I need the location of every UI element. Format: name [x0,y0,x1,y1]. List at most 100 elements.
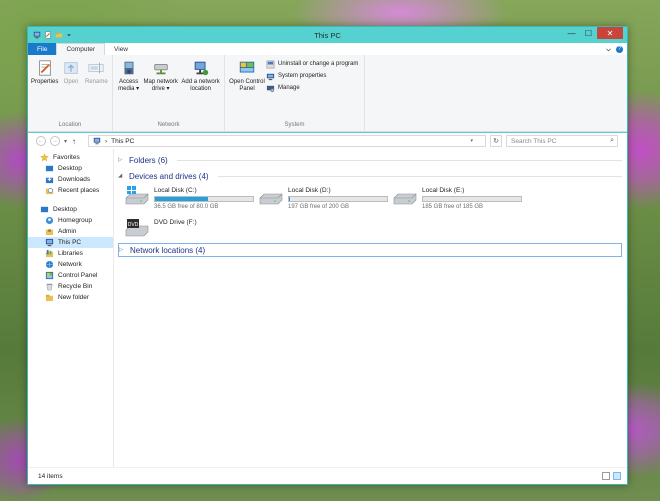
file-explorer-window: This PC — ☐ ✕ File Computer View ? Prope… [27,26,628,485]
open-icon [64,62,78,74]
drive-usage-fill [289,197,291,201]
drive-name: Local Disk (D:) [288,187,331,194]
svg-text:DVD: DVD [128,222,139,228]
refresh-button[interactable]: ↻ [490,135,502,147]
nav-item-new-folder[interactable]: New folder [28,292,113,303]
back-button[interactable]: ← [36,136,46,146]
nav-item-admin[interactable]: Admin [28,226,113,237]
user-folder-icon [45,229,54,236]
hard-drive-icon [259,193,283,205]
nav-label-desktop-fav: Desktop [58,165,82,172]
nav-item-favorites[interactable]: Favorites [28,152,113,163]
system-properties-label: System properties [278,73,327,79]
nav-label-libraries: Libraries [58,250,83,257]
nav-item-downloads[interactable]: Downloads [28,174,113,185]
nav-item-homegroup[interactable]: Homegroup [28,215,113,226]
section-devices-label: Devices and drives (4) [129,171,209,181]
drive-e[interactable]: Local Disk (E:) 185 GB free of 185 GB [392,185,522,210]
manage-button[interactable]: Manage [266,83,358,93]
collapse-arrow-icon[interactable]: ◢ [118,173,124,179]
tiles-view-icon[interactable] [613,472,621,480]
up-button[interactable]: ↑ [72,137,76,146]
tab-view[interactable]: View [105,43,137,55]
nav-label-new-folder: New folder [58,294,90,301]
nav-item-libraries[interactable]: Libraries [28,248,113,259]
address-path[interactable]: This PC [111,138,134,145]
nav-item-network[interactable]: Network [28,259,113,270]
nav-label-recycle-bin: Recycle Bin [58,283,93,290]
chevron-down-icon[interactable] [605,46,612,53]
control-panel-icon [45,271,54,280]
explorer-body: Favorites Desktop Downloads Recent place… [28,149,627,467]
ribbon-right-controls: ? [605,43,627,55]
map-network-drive-label-1: Map network [143,79,178,85]
navigation-bar: ← → ▾ ↑ › This PC ▾ ↻ Search This PC ⌕ [28,133,627,149]
expand-arrow-icon[interactable]: ▷ [118,157,124,163]
computer-icon [45,238,54,247]
nav-label-network: Network [58,261,82,268]
access-media-label-1: Access [118,79,139,85]
drive-name: Local Disk (E:) [422,187,465,194]
title-bar[interactable]: This PC — ☐ ✕ [28,27,627,43]
open-button[interactable]: Open [58,58,83,131]
open-control-panel-label-2: Panel [239,86,255,92]
nav-item-control-panel[interactable]: Control Panel [28,270,113,281]
content-pane[interactable]: ▷ Folders (6) ◢ Devices and drives (4) L… [114,149,627,467]
details-view-icon[interactable] [602,472,610,480]
section-devices-and-drives[interactable]: ◢ Devices and drives (4) [118,169,622,183]
drive-name: Local Disk (C:) [154,187,197,194]
search-icon[interactable]: ⌕ [610,137,614,145]
forward-button[interactable]: → [50,136,60,146]
expand-arrow-icon[interactable]: ▷ [119,247,125,253]
access-media-icon [124,61,134,75]
close-button[interactable]: ✕ [597,27,623,39]
recent-locations-button[interactable]: ▾ [64,138,67,145]
tab-file[interactable]: File [28,43,57,55]
downloads-icon [45,175,54,184]
access-media-label-2: media ▾ [118,86,140,92]
nav-item-desktop[interactable]: Desktop [28,204,113,215]
drive-f[interactable]: DVD DVD Drive (F:) [124,217,197,239]
rename-button[interactable]: Rename [84,58,109,131]
nav-item-recent-places[interactable]: Recent places [28,185,113,196]
section-network-locations[interactable]: ▷ Network locations (4) [118,243,622,257]
maximize-button[interactable]: ☐ [580,27,597,39]
group-label-location: Location [58,122,82,128]
tab-computer[interactable]: Computer [56,43,106,55]
nav-item-desktop-fav[interactable]: Desktop [28,163,113,174]
uninstall-program-button[interactable]: Uninstall or change a program [266,59,358,69]
section-folders[interactable]: ▷ Folders (6) [118,153,622,167]
uninstall-program-label: Uninstall or change a program [278,61,359,67]
properties-button[interactable]: Properties [31,58,58,131]
desktop-icon [40,206,49,213]
search-input[interactable]: Search This PC ⌕ [506,135,618,147]
open-control-panel-button[interactable]: Open Control Panel [228,58,266,131]
dvd-drive-icon: DVD [125,219,149,237]
properties-label: Properties [31,79,59,85]
add-network-location-button[interactable]: Add a network location [180,58,221,131]
navigation-pane[interactable]: Favorites Desktop Downloads Recent place… [28,149,114,467]
add-network-location-label-2: location [190,86,211,92]
open-control-panel-label-1: Open Control [229,79,265,85]
status-bar: 14 items [28,467,627,484]
drive-d[interactable]: Local Disk (D:) 197 GB free of 200 GB [258,185,388,210]
system-properties-icon [266,73,275,80]
add-network-location-icon [194,61,208,76]
search-placeholder: Search This PC [511,137,557,145]
minimize-button[interactable]: — [563,27,580,39]
address-separator[interactable]: › [105,138,107,145]
access-media-button[interactable]: Access media ▾ [116,58,141,131]
address-dropdown-button[interactable]: ▾ [470,138,473,144]
hard-drive-icon [393,193,417,205]
nav-item-this-pc[interactable]: This PC [28,237,113,248]
nav-item-recycle-bin[interactable]: Recycle Bin [28,281,113,292]
group-label-network: Network [157,122,180,128]
drive-c[interactable]: Local Disk (C:) 36.5 GB free of 80.0 GB [124,185,254,210]
address-bar[interactable]: › This PC ▾ [88,135,486,147]
map-network-drive-icon [153,63,168,75]
map-network-drive-button[interactable]: Map network drive ▾ [141,58,180,131]
help-icon[interactable]: ? [616,45,623,53]
window-controls: — ☐ ✕ [563,27,623,39]
system-properties-button[interactable]: System properties [266,71,358,81]
nav-label-control-panel: Control Panel [58,272,98,279]
